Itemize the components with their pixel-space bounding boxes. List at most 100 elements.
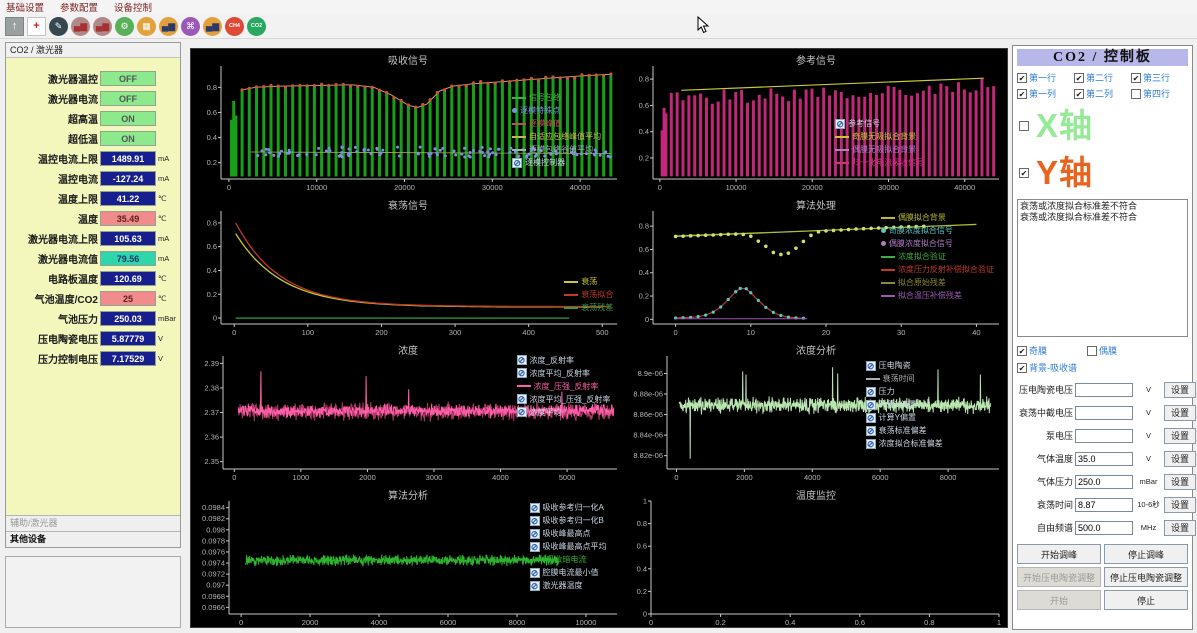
set-button-gas-temperature[interactable]: 设置 [1164,451,1196,467]
grid-check-col-2[interactable]: ✔第二列 [1074,87,1131,100]
param-row-cell-pressure: 气池压力250.03mBar [6,308,180,328]
row-3-checkbox[interactable]: ✔ [1131,73,1141,83]
gas-temperature-input[interactable] [1075,452,1133,466]
histogram-orange-2-icon[interactable]: ▄▆ [203,17,222,36]
legend-entry: ⊘浓度拟合标准偏差 [866,437,943,450]
svg-text:40000: 40000 [954,183,975,192]
histogram-orange-1-icon[interactable]: ▄▆ [159,17,178,36]
legend-label: 浓度平均 [530,406,562,419]
field-row-ringdown-threshold-voltage: 衰荡中截电压V设置 [1017,401,1188,424]
legend-visibility-toggle-icon[interactable]: ⊘ [517,407,527,417]
legend-label: 浓度拟合验证 [898,250,946,263]
x-axis-label: X轴 [1036,109,1093,142]
stop-peak-tuning-button[interactable]: 停止调峰 [1104,544,1188,564]
row-2-checkbox[interactable]: ✔ [1074,73,1084,83]
menu-item-1[interactable]: 参数配置 [60,0,98,14]
y-axis-checkbox[interactable]: ✔ [1019,168,1029,178]
svg-text:8.82e-06: 8.82e-06 [633,451,663,460]
grid-check-row-1[interactable]: ✔第一行 [1017,71,1074,84]
legend-entry: ⊘浓度平均 [517,406,611,419]
field-label-pump-voltage: 泵电压 [1017,429,1073,442]
stop-button[interactable]: 停止 [1104,590,1188,610]
film-check-even-film[interactable]: 偶膜 [1087,344,1117,357]
measure-cursor-button-icon[interactable]: + [27,17,46,36]
legend-visibility-toggle-icon[interactable]: ⊘ [866,439,876,449]
field-label-gas-temperature: 气体温度 [1017,452,1073,465]
sidebar-body: 激光器温控OFF激光器电流OFF超高温ON超低温ON温控电流上限1489.91m… [6,58,180,515]
even-film-checkbox[interactable] [1087,346,1097,356]
gas-pressure-input[interactable] [1075,475,1133,489]
field-row-gas-temperature: 气体温度V设置 [1017,447,1188,470]
chart-legend: 衰荡衰荡拟合衰荡残差 [564,275,613,314]
col-1-checkbox[interactable]: ✔ [1017,89,1027,99]
svg-text:0.4: 0.4 [785,618,795,627]
legend-visibility-toggle-icon[interactable]: ⊘ [530,581,540,591]
legend-visibility-toggle-icon[interactable]: ⊘ [530,568,540,578]
grid-check-row-3[interactable]: ✔第三行 [1131,71,1188,84]
legend-visibility-toggle-icon[interactable]: ⊘ [835,119,845,129]
alarm-listbox[interactable]: 衰荡或浓度拟合标准差不符合衰荡或浓度拟合标准差不符合 [1017,199,1188,337]
legend-entry: ⊘压电陶瓷 [866,359,943,372]
grid-check-col-1[interactable]: ✔第一列 [1017,87,1074,100]
background-absorption-checkbox[interactable]: ✔ [1017,363,1027,373]
histogram-red-1-icon[interactable]: ▄▆ [71,17,90,36]
svg-text:4000: 4000 [492,473,509,482]
set-button-ringdown-threshold-voltage[interactable]: 设置 [1164,405,1196,421]
histogram-red-2-icon[interactable]: ▄▆ [93,17,112,36]
ringdown-time-input[interactable] [1075,498,1133,512]
set-button-ringdown-time[interactable]: 设置 [1164,497,1196,513]
legend-visibility-toggle-icon[interactable]: ⊘ [530,503,540,513]
accordion-aux-laser[interactable]: 辅助/激光器 [6,515,180,531]
legend-visibility-toggle-icon[interactable]: ⊘ [512,158,522,168]
keypad-tool-icon[interactable]: ▦ [137,17,156,36]
menu-item-2[interactable]: 设备控制 [114,0,152,14]
row-4-checkbox[interactable] [1131,89,1141,99]
stop-piezo-adjust-button[interactable]: 停止压电陶瓷调整 [1104,567,1188,587]
set-button-pump-voltage[interactable]: 设置 [1164,428,1196,444]
settings-gear-tool-icon[interactable]: ⚙ [115,17,134,36]
co2-view-button-icon[interactable]: CO2 [247,17,266,36]
legend-visibility-toggle-icon[interactable]: ⊘ [517,355,527,365]
legend-visibility-toggle-icon[interactable]: ⊘ [517,394,527,404]
accordion-other-devices[interactable]: 其他设备 [6,531,180,547]
menu-item-0[interactable]: 基础设置 [6,0,44,14]
legend-visibility-toggle-icon[interactable]: ⊘ [866,426,876,436]
ringdown-threshold-voltage-input[interactable] [1075,406,1133,420]
set-button-gas-pressure[interactable]: 设置 [1164,474,1196,490]
set-button-piezo-voltage[interactable]: 设置 [1164,382,1196,398]
legend-label: 吸收参考归一化A [543,501,604,514]
free-spectral-range-input[interactable] [1075,521,1133,535]
legend-visibility-toggle-icon[interactable]: ⊘ [530,516,540,526]
legend-visibility-toggle-icon[interactable]: ⊘ [866,361,876,371]
svg-text:400: 400 [522,328,535,337]
param-row-laser-temp-control: 激光器温控OFF [6,68,180,88]
row-1-checkbox[interactable]: ✔ [1017,73,1027,83]
legend-visibility-toggle-icon[interactable]: ⊘ [866,387,876,397]
legend-visibility-toggle-icon[interactable]: ⊘ [530,542,540,552]
topology-tool-icon[interactable]: ⌘ [181,17,200,36]
legend-visibility-toggle-icon[interactable]: ⊘ [866,413,876,423]
legend-visibility-toggle-icon[interactable]: ⊘ [866,400,876,410]
svg-text:2.39: 2.39 [204,359,219,368]
legend-visibility-toggle-icon[interactable]: ⊘ [530,529,540,539]
param-unit-laser-current-limit: mA [158,234,178,243]
legend-visibility-toggle-icon[interactable]: ⊘ [517,368,527,378]
start-peak-tuning-button[interactable]: 开始调峰 [1017,544,1101,564]
edit-pen-tool-icon[interactable]: ✎ [49,17,68,36]
pump-voltage-input[interactable] [1075,429,1133,443]
bg-check-background-absorption[interactable]: ✔背景-吸收谱 [1017,361,1077,374]
x-axis-checkbox[interactable] [1019,121,1029,131]
ch4-view-button-icon[interactable]: CH4 [225,17,244,36]
piezo-voltage-input[interactable] [1075,383,1133,397]
set-button-free-spectral-range[interactable]: 设置 [1164,520,1196,536]
field-unit-piezo-voltage: V [1135,385,1162,394]
svg-text:0.4: 0.4 [207,133,217,142]
odd-film-checkbox[interactable]: ✔ [1017,346,1027,356]
legend-line-marker [835,162,849,164]
svg-text:0.8: 0.8 [639,75,649,84]
film-check-odd-film[interactable]: ✔奇膜 [1017,344,1047,357]
grid-check-row-2[interactable]: ✔第二行 [1074,71,1131,84]
col-2-checkbox[interactable]: ✔ [1074,89,1084,99]
grid-check-row-4[interactable]: 第四行 [1131,87,1188,100]
nav-up-button-icon[interactable]: ↑ [5,17,24,36]
